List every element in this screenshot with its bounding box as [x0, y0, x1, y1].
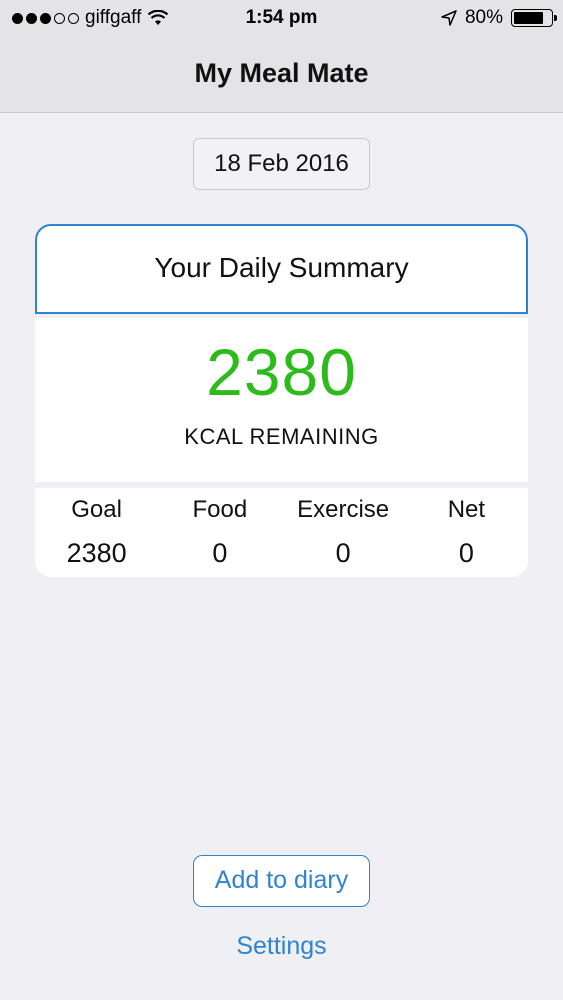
settings-link[interactable]: Settings — [0, 932, 563, 961]
navigation-bar: My Meal Mate — [0, 40, 563, 113]
status-right: 80% — [441, 7, 557, 29]
stat-value: 0 — [335, 538, 351, 568]
add-to-diary-button[interactable]: Add to diary — [193, 855, 370, 907]
stat-label: Food — [192, 496, 248, 523]
stat-food: Food 0 — [158, 488, 281, 577]
remaining-panel: 2380 KCAL REMAINING — [35, 318, 528, 482]
battery-level — [514, 12, 543, 24]
stat-exercise: Exercise 0 — [282, 488, 405, 577]
kcal-remaining-value: 2380 — [206, 335, 357, 409]
daily-summary-card: Your Daily Summary 2380 KCAL REMAINING G… — [35, 224, 528, 577]
kcal-remaining-label: KCAL REMAINING — [184, 424, 379, 449]
stat-label: Exercise — [297, 496, 390, 523]
stat-label: Goal — [71, 496, 122, 523]
stat-value: 0 — [458, 538, 474, 568]
location-arrow-icon — [441, 10, 457, 26]
stat-label: Net — [447, 496, 486, 523]
summary-stats: Goal 2380 Food 0 Exercise 0 Net 0 — [35, 488, 528, 577]
summary-header: Your Daily Summary — [35, 224, 528, 314]
summary-title: Your Daily Summary — [154, 252, 409, 283]
stat-value: 2380 — [66, 538, 127, 568]
battery-icon — [511, 9, 557, 27]
date-button[interactable]: 18 Feb 2016 — [193, 138, 370, 190]
stat-net: Net 0 — [405, 488, 528, 577]
stat-goal: Goal 2380 — [35, 488, 158, 577]
battery-percent: 80% — [464, 7, 503, 28]
stat-value: 0 — [212, 538, 228, 568]
page-title: My Meal Mate — [194, 58, 369, 88]
status-bar: giffgaff 1:54 pm 80% — [0, 0, 563, 40]
